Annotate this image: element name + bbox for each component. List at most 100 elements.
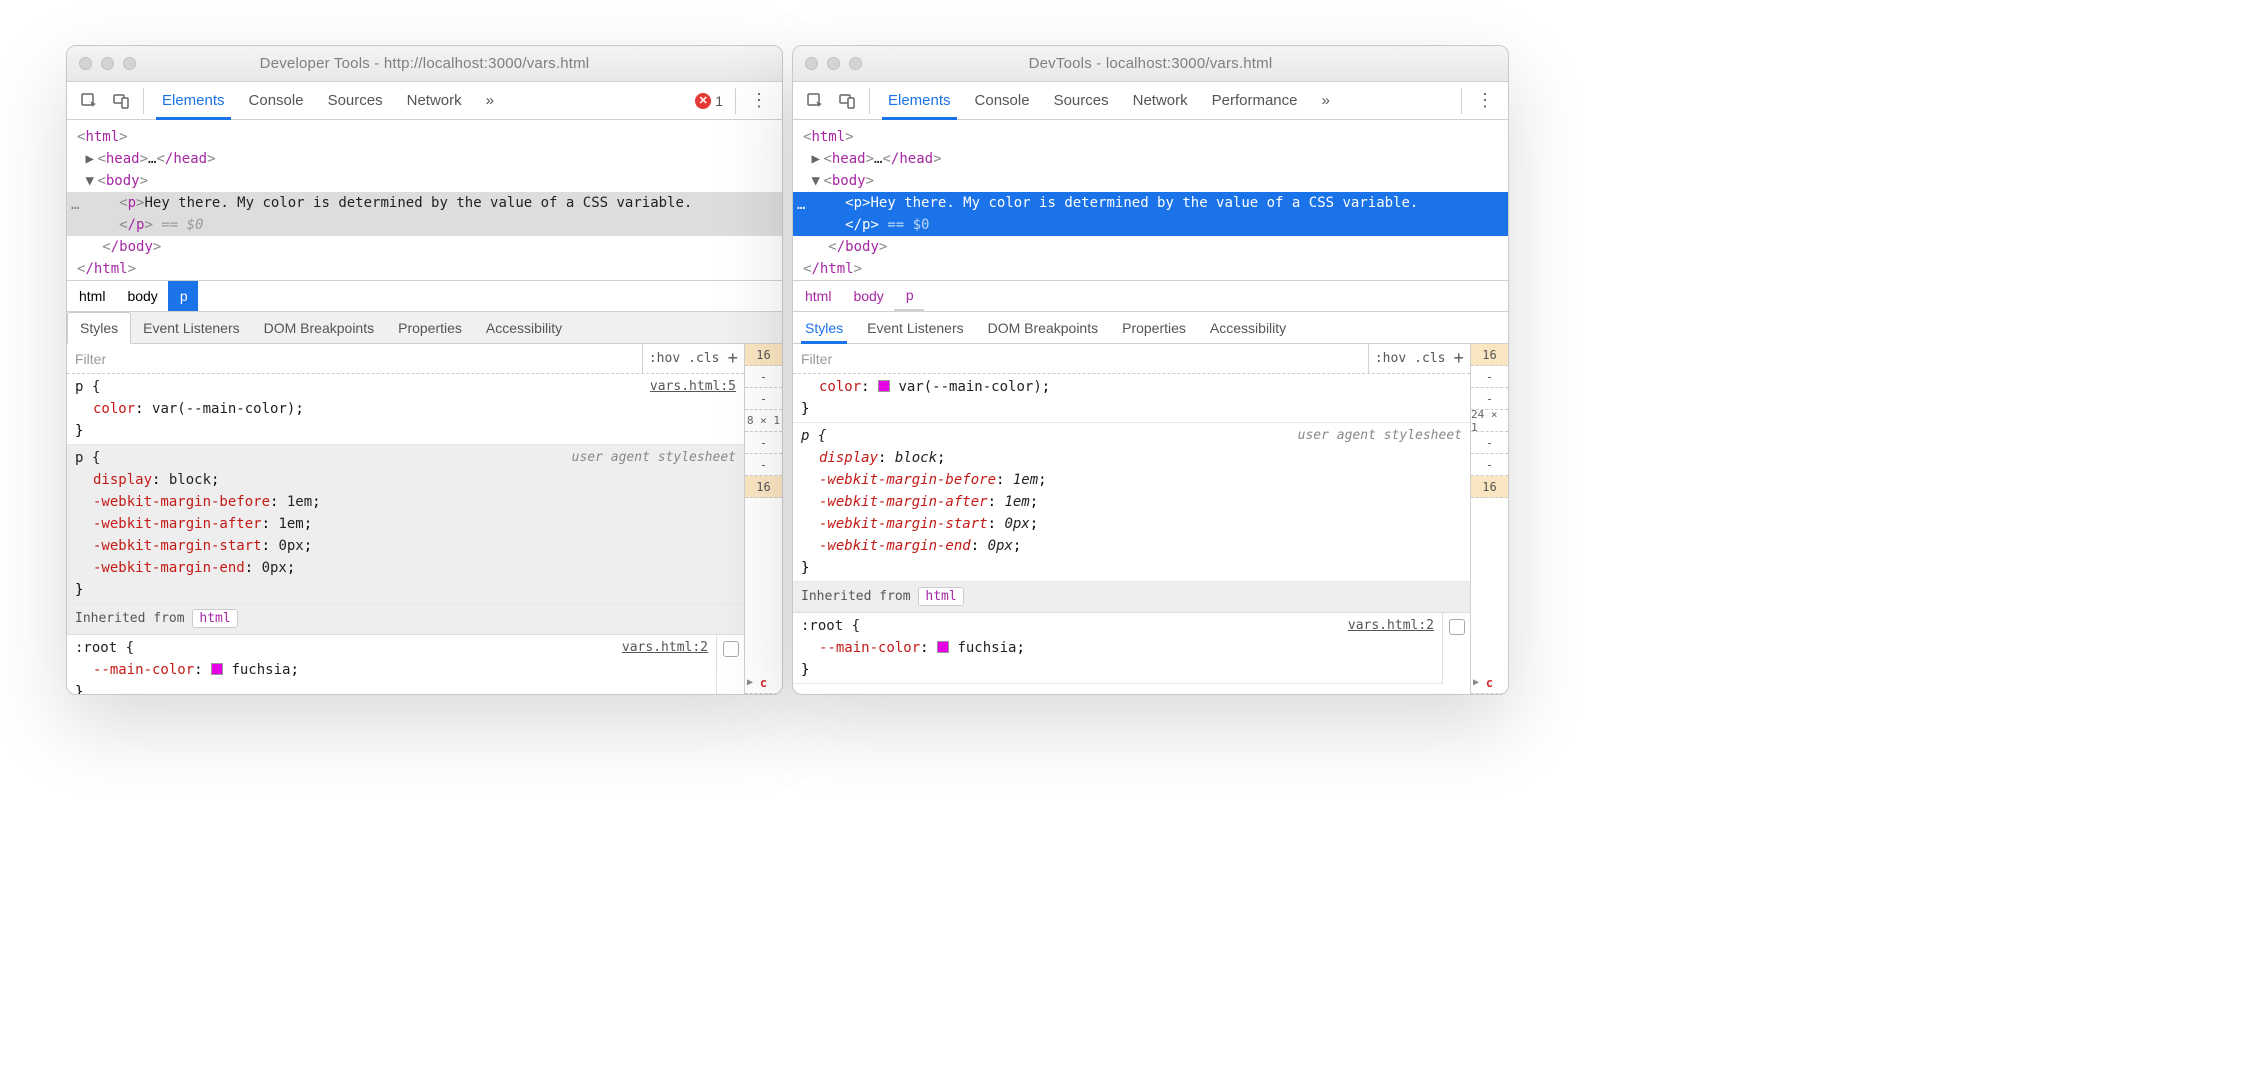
filter-input[interactable] <box>793 344 1368 373</box>
metrics-margin-top: 16 <box>1471 344 1508 366</box>
metrics-border-bottom: - <box>745 454 782 476</box>
inherited-element[interactable]: html <box>918 587 963 606</box>
inherited-element[interactable]: html <box>192 609 237 628</box>
rule-source-root[interactable]: vars.html:2 <box>1348 615 1434 637</box>
tab-console[interactable]: Console <box>963 82 1042 119</box>
tab-network[interactable]: Network <box>1121 82 1200 119</box>
inherited-from-bar: Inherited from html <box>793 582 1470 613</box>
crumb-html[interactable]: html <box>793 281 841 311</box>
menu-icon[interactable]: ⋮ <box>1468 90 1502 111</box>
subtab-properties[interactable]: Properties <box>1110 312 1198 343</box>
styles-filterbar: :hov .cls + <box>67 344 744 374</box>
breadcrumb: html body p <box>67 280 782 312</box>
dom-tree[interactable]: <html> ▶<head>…</head> ▼<body> <p>Hey th… <box>793 120 1508 280</box>
dom-selected-row[interactable]: <p>Hey there. My color is determined by … <box>793 192 1508 236</box>
rule-source-ua: user agent stylesheet <box>572 447 736 469</box>
subtab-event-listeners[interactable]: Event Listeners <box>855 312 976 343</box>
tab-elements[interactable]: Elements <box>876 82 963 119</box>
inspect-icon[interactable] <box>804 90 826 112</box>
console-drawer-toggle[interactable]: c <box>745 672 782 694</box>
rule-p-useragent[interactable]: user agent stylesheet p { display: block… <box>793 423 1470 582</box>
rule-source-ua: user agent stylesheet <box>1298 425 1462 447</box>
rule-source[interactable]: vars.html:5 <box>650 376 736 398</box>
filter-input[interactable] <box>67 344 642 373</box>
close-dot[interactable] <box>805 57 818 70</box>
window-controls <box>805 57 862 70</box>
styles-subtabs: Styles Event Listeners DOM Breakpoints P… <box>67 312 782 344</box>
hov-button[interactable]: :hov <box>649 351 680 366</box>
crumb-html[interactable]: html <box>67 281 115 311</box>
rule-checkbox[interactable] <box>723 641 739 657</box>
zoom-dot[interactable] <box>849 57 862 70</box>
tab-network[interactable]: Network <box>395 82 474 119</box>
rule-root[interactable]: vars.html:2 :root { --main-color: fuchsi… <box>67 635 716 694</box>
color-swatch[interactable] <box>211 663 223 675</box>
window-controls <box>79 57 136 70</box>
subtab-event-listeners[interactable]: Event Listeners <box>131 312 252 343</box>
rule-checkbox[interactable] <box>1449 619 1465 635</box>
crumb-p[interactable]: p <box>168 281 198 311</box>
add-rule-button[interactable]: + <box>1453 348 1464 369</box>
styles-filterbar: :hov .cls + <box>793 344 1470 374</box>
tab-sources[interactable]: Sources <box>316 82 395 119</box>
rule-p-author[interactable]: vars.html:5 p { color: var(--main-color)… <box>67 374 744 445</box>
subtab-dom-breakpoints[interactable]: DOM Breakpoints <box>252 312 386 343</box>
rule-checkbox-col <box>1442 613 1470 684</box>
cls-button[interactable]: .cls <box>1414 351 1445 366</box>
subtab-dom-breakpoints[interactable]: DOM Breakpoints <box>976 312 1110 343</box>
error-badge[interactable]: ✕ 1 <box>695 93 723 109</box>
error-count: 1 <box>715 93 723 109</box>
crumb-p[interactable]: p <box>894 281 924 311</box>
crumb-body[interactable]: body <box>115 281 167 311</box>
dom-tree[interactable]: <html> ▶<head>…</head> ▼<body> <p>Hey th… <box>67 120 782 280</box>
style-rules: color: var(--main-color); } user agent s… <box>793 374 1470 694</box>
main-tabs: Elements Console Sources Network » <box>150 82 506 119</box>
metrics-margin-bottom: 16 <box>745 476 782 498</box>
hov-button[interactable]: :hov <box>1375 351 1406 366</box>
rule-source-root[interactable]: vars.html:2 <box>622 637 708 659</box>
subtab-styles[interactable]: Styles <box>67 312 131 344</box>
minimize-dot[interactable] <box>101 57 114 70</box>
menu-icon[interactable]: ⋮ <box>742 90 776 111</box>
device-icon[interactable] <box>110 90 132 112</box>
zoom-dot[interactable] <box>123 57 136 70</box>
minimize-dot[interactable] <box>827 57 840 70</box>
metrics-size: 8 × 1 <box>745 410 782 432</box>
tab-elements[interactable]: Elements <box>150 82 237 119</box>
add-rule-button[interactable]: + <box>727 348 738 369</box>
metrics-column: 16 - - 8 × 1 - - 16 c <box>744 344 782 694</box>
window-title: Developer Tools - http://localhost:3000/… <box>77 55 772 72</box>
tabs-overflow[interactable]: » <box>1310 82 1342 119</box>
subtab-accessibility[interactable]: Accessibility <box>1198 312 1298 343</box>
subtab-styles[interactable]: Styles <box>793 312 855 343</box>
devtools-window-right: DevTools - localhost:3000/vars.html Elem… <box>792 45 1509 695</box>
metrics-size: 24 × 1 <box>1471 410 1508 432</box>
window-title: DevTools - localhost:3000/vars.html <box>803 55 1498 72</box>
cls-button[interactable]: .cls <box>688 351 719 366</box>
tab-sources[interactable]: Sources <box>1042 82 1121 119</box>
metrics-padding-bottom: - <box>745 432 782 454</box>
style-rules: vars.html:5 p { color: var(--main-color)… <box>67 374 744 694</box>
metrics-column: 16 - - 24 × 1 - - 16 c <box>1470 344 1508 694</box>
metrics-margin-bottom: 16 <box>1471 476 1508 498</box>
color-swatch[interactable] <box>937 641 949 653</box>
close-dot[interactable] <box>79 57 92 70</box>
rule-p-author[interactable]: color: var(--main-color); } <box>793 374 1470 423</box>
error-icon: ✕ <box>695 93 711 109</box>
tab-console[interactable]: Console <box>237 82 316 119</box>
main-tabs: Elements Console Sources Network Perform… <box>876 82 1342 119</box>
console-drawer-toggle[interactable]: c <box>1471 672 1508 694</box>
metrics-padding-top: - <box>745 388 782 410</box>
subtab-accessibility[interactable]: Accessibility <box>474 312 574 343</box>
rule-p-useragent[interactable]: user agent stylesheet p { display: block… <box>67 445 744 604</box>
dom-selected-row[interactable]: <p>Hey there. My color is determined by … <box>67 192 782 236</box>
tab-performance[interactable]: Performance <box>1200 82 1310 119</box>
crumb-body[interactable]: body <box>841 281 893 311</box>
tabs-overflow[interactable]: » <box>474 82 506 119</box>
device-icon[interactable] <box>836 90 858 112</box>
rule-root[interactable]: vars.html:2 :root { --main-color: fuchsi… <box>793 613 1442 684</box>
subtab-properties[interactable]: Properties <box>386 312 474 343</box>
rule-checkbox-col <box>716 635 744 694</box>
color-swatch[interactable] <box>878 380 890 392</box>
inspect-icon[interactable] <box>78 90 100 112</box>
